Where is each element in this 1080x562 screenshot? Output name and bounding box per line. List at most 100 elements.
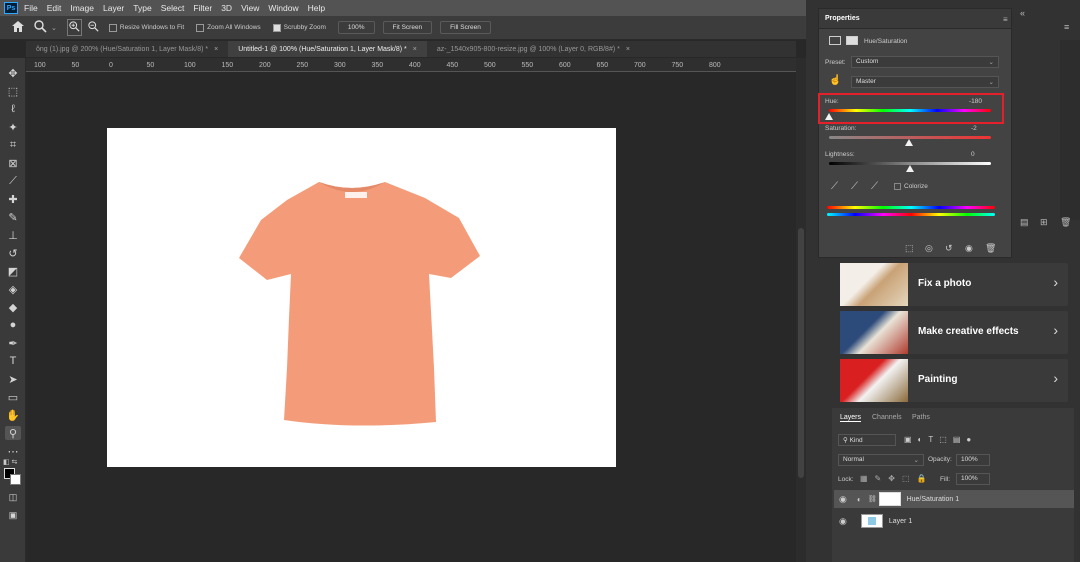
opacity-field[interactable]: 100% [956,454,990,466]
close-tab-icon[interactable]: × [214,46,218,53]
close-tab-icon[interactable]: × [413,46,417,53]
eyedropper-icon[interactable]: ⟋ [831,181,838,192]
zoom-out-icon[interactable] [88,21,99,34]
pen-tool-icon[interactable]: ✒ [5,336,21,350]
panel-menu-icon[interactable]: ≡ [1064,22,1069,32]
view-previous-icon[interactable]: ◎ [925,243,933,254]
visibility-eye-icon[interactable]: ◉ [965,243,973,254]
close-tab-icon[interactable]: × [626,46,630,53]
lightness-slider-knob[interactable] [906,165,914,172]
zoom-tool-selected-icon[interactable]: ⚲ [5,426,21,440]
new-folder-icon[interactable]: ▤ [1020,217,1029,228]
learn-card-painting[interactable]: Painting › [840,359,1068,402]
paint-bucket-icon[interactable]: ◈ [5,282,21,296]
eyedropper-plus-icon[interactable]: ⟋ [851,181,858,192]
menu-select[interactable]: Select [161,3,185,13]
background-color-swatch[interactable] [10,474,21,485]
eyedropper-minus-icon[interactable]: ⟋ [871,181,878,192]
preset-dropdown[interactable]: Custom ⌄ [851,56,999,68]
blur-tool-icon[interactable]: ◆ [5,300,21,314]
panel-collapse-icon[interactable]: « [1020,8,1025,18]
tool-preset-chevron-icon[interactable]: ⌄ [51,24,57,32]
saturation-value[interactable]: -2 [971,125,977,132]
history-brush-icon[interactable]: ↺ [5,246,21,260]
properties-menu-icon[interactable]: ≡ [1003,15,1008,24]
magic-wand-icon[interactable]: ✦ [5,120,21,134]
menu-layer[interactable]: Layer [103,3,124,13]
tab-layers[interactable]: Layers [840,414,862,422]
link-icon[interactable]: ⛓ [868,495,877,503]
menu-edit[interactable]: Edit [47,3,62,13]
menu-window[interactable]: Window [268,3,298,13]
eraser-icon[interactable]: ◩ [5,264,21,278]
marquee-tool-icon[interactable]: ⬚ [5,84,21,98]
blend-mode-dropdown[interactable]: Normal ⌄ [838,454,924,466]
type-tool-icon[interactable]: T [5,354,21,368]
layer-name[interactable]: Layer 1 [889,518,912,525]
visibility-eye-icon[interactable]: ◉ [839,494,847,505]
healing-brush-icon[interactable]: ✚ [5,192,21,206]
vertical-scrollbar[interactable] [796,58,806,562]
lightness-value[interactable]: 0 [971,151,975,158]
tab-channels[interactable]: Channels [872,414,902,421]
screen-mode-icon[interactable]: ▣ [5,508,21,522]
menu-type[interactable]: Type [133,3,151,13]
new-item-icon[interactable]: ⊞ [1040,217,1048,228]
colorize-checkbox[interactable] [894,183,901,190]
lasso-tool-icon[interactable]: ℓ [5,102,21,116]
dodge-tool-icon[interactable]: ● [5,318,21,332]
clone-stamp-icon[interactable]: ⊥ [5,228,21,242]
home-icon[interactable] [12,21,24,34]
menu-file[interactable]: File [24,3,38,13]
move-tool-icon[interactable]: ✥ [5,66,21,80]
channel-dropdown[interactable]: Master ⌄ [851,76,999,88]
trash-icon[interactable]: 🗑 [1060,217,1071,228]
tab-document-untitled[interactable]: Untitled-1 @ 100% (Hue/Saturation 1, Lay… [228,41,427,57]
document-canvas[interactable] [107,128,616,467]
zoom-all-checkbox[interactable]: Zoom All Windows [196,23,261,32]
clip-to-layer-icon[interactable]: ⬚ [905,243,914,254]
quick-mask-icon[interactable]: ◫ [5,490,21,504]
path-selection-icon[interactable]: ➤ [5,372,21,386]
eyedropper-icon[interactable]: ⟋ [5,174,21,188]
tab-document-1[interactable]: ông (1).jpg @ 200% (Hue/Saturation 1, La… [26,41,229,57]
learn-card-fix-photo[interactable]: Fix a photo › [840,263,1068,306]
fit-screen-button[interactable]: Fit Screen [382,21,433,34]
targeted-adjustment-hand-icon[interactable]: ☝ [829,75,841,86]
layer-mask-icon[interactable] [846,36,858,45]
resize-windows-checkbox[interactable]: Resize Windows to Fit [108,23,184,32]
crop-tool-icon[interactable]: ⌗ [5,138,21,152]
layer-row-layer-1[interactable]: ◉ Layer 1 [834,512,1074,530]
menu-help[interactable]: Help [308,3,325,13]
menu-image[interactable]: Image [70,3,94,13]
menu-filter[interactable]: Filter [193,3,212,13]
filter-icons[interactable]: ▣◐T⬚▤● [904,435,977,444]
frame-tool-icon[interactable]: ⊠ [5,156,21,170]
more-tools-icon[interactable]: ⋯ [5,444,21,458]
tab-paths[interactable]: Paths [912,414,930,421]
zoom-tool-icon[interactable] [34,20,47,35]
saturation-slider-knob[interactable] [905,139,913,146]
menu-3d[interactable]: 3D [221,3,232,13]
layer-name[interactable]: Hue/Saturation 1 [907,496,960,503]
layer-row-hue-saturation[interactable]: ◉ ◐ ⛓ Hue/Saturation 1 [834,490,1074,508]
rectangle-tool-icon[interactable]: ▭ [5,390,21,404]
tab-document-3[interactable]: az-_1540x905-800-resize.jpg @ 100% (Laye… [426,41,640,57]
fill-screen-button[interactable]: Fill Screen [440,21,491,34]
menu-view[interactable]: View [241,3,259,13]
reset-icon[interactable]: ↺ [945,243,953,254]
layer-mask-thumbnail[interactable] [878,492,901,506]
fill-field[interactable]: 100% [956,473,990,485]
visibility-eye-icon[interactable]: ◉ [839,516,847,527]
learn-card-creative-effects[interactable]: Make creative effects › [840,311,1068,354]
lock-icons[interactable]: ▦✎✥⬚🔒 [860,474,933,483]
scrollbar-thumb[interactable] [798,228,804,478]
hand-tool-icon[interactable]: ✋ [5,408,21,422]
delete-adjustment-icon[interactable]: 🗑 [985,243,996,254]
scrubby-zoom-checkbox[interactable]: Scrubby Zoom [272,23,326,32]
default-colors-icon[interactable]: ◧ ⇆ [3,458,17,466]
layer-filter-kind[interactable]: ⚲ Kind [838,434,896,446]
brush-tool-icon[interactable]: ✎ [5,210,21,224]
zoom-value-field[interactable]: 100% [337,21,375,34]
zoom-in-icon[interactable] [66,19,82,36]
